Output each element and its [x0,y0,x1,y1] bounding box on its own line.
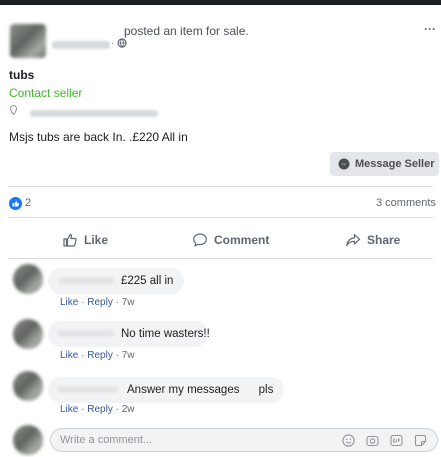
messenger-icon [338,158,350,170]
location-pin-icon [9,104,17,116]
comment-button-label: Comment [214,233,270,247]
like-reaction-icon[interactable] [9,197,22,210]
like-button-label: Like [84,233,109,247]
comment-reply-link[interactable]: Reply [87,297,113,308]
comment-meta: Like · Reply · 7w [60,297,135,308]
thumbs-up-icon [62,232,78,248]
commenter-name-blurred[interactable] [58,277,114,284]
divider [8,186,433,187]
separator-dot: · [111,38,115,49]
gif-icon[interactable] [389,433,403,447]
more-menu-button[interactable]: ··· [424,22,436,36]
comment-text: No time wasters!! [121,328,210,340]
comment-button[interactable]: Comment [192,230,269,250]
top-border [0,0,441,5]
commenter-name-blurred[interactable] [58,386,118,393]
divider [8,217,433,218]
commenter-avatar[interactable] [13,319,43,349]
comment-meta: Like · Reply · 2w [60,404,135,415]
commenter-avatar[interactable] [13,371,43,401]
comment-input-placeholder: Write a comment... [60,434,153,446]
share-button[interactable]: Share [345,230,400,250]
comment-like-link[interactable]: Like [60,350,78,361]
comment-time[interactable]: 7w [122,350,135,361]
contact-seller-link[interactable]: Contact seller [9,86,82,100]
seller-avatar[interactable] [10,24,46,58]
comment-meta: Like · Reply · 7w [60,350,135,361]
commenter-avatar[interactable] [13,264,43,294]
post-action-text: posted an item for sale. [124,24,249,38]
message-seller-label: Message Seller [355,158,435,170]
comment-time[interactable]: 2w [122,404,135,415]
comment-like-link[interactable]: Like [60,404,78,415]
comment-time[interactable]: 7w [122,297,135,308]
listing-description: Msjs tubs are back In. .£220 All in [9,130,188,144]
comment-reply-link[interactable]: Reply [87,404,113,415]
commenter-name-blurred[interactable] [58,330,114,337]
comment-like-link[interactable]: Like [60,297,78,308]
location-blurred [30,110,158,117]
globe-icon [116,37,128,49]
reaction-count[interactable]: 2 [25,197,31,209]
message-seller-button[interactable]: Message Seller [330,152,439,176]
like-button[interactable]: Like [62,230,108,250]
emoji-icon[interactable] [341,433,355,447]
comment-bubble-icon [192,232,208,248]
current-user-avatar[interactable] [13,425,43,455]
comment-text: Answer my messages pls [127,384,274,396]
comments-count[interactable]: 3 comments [376,197,436,209]
seller-name-blurred[interactable] [52,41,110,49]
sticker-icon[interactable] [413,433,427,447]
share-arrow-icon [345,232,361,248]
comment-text: £225 all in [121,275,174,287]
comment-reply-link[interactable]: Reply [87,350,113,361]
comment-input[interactable]: Write a comment... [50,428,438,452]
share-button-label: Share [367,233,401,247]
divider [8,258,433,259]
camera-icon[interactable] [365,433,379,447]
listing-title: tubs [9,68,35,82]
